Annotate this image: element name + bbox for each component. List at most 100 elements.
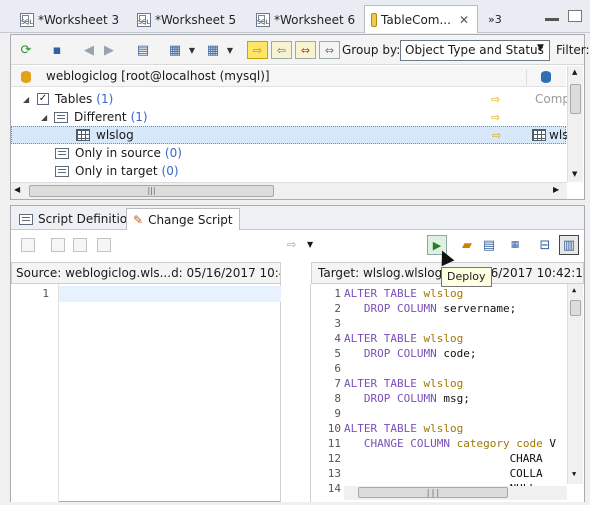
sql-keyword: ALTER TABLE (344, 287, 424, 300)
sql-identifier: wlslog (423, 377, 464, 390)
table-compare-icon (371, 12, 378, 27)
sql-keyword: ALTER TABLE (344, 377, 424, 390)
back-icon[interactable]: ◀ (79, 40, 99, 60)
compare-column-label: Comp (535, 92, 571, 106)
chevron-down-icon[interactable]: ▼ (220, 40, 240, 60)
line-number: 2 (334, 302, 341, 315)
sql-keyword: ALTER TABLE (344, 332, 424, 345)
scroll-right-icon[interactable]: ▶ (553, 185, 559, 194)
sql-keyword: DROP COLUMN (344, 302, 444, 315)
database-icon (21, 71, 31, 83)
tab-worksheet-3[interactable]: SQL *Worksheet 3 (14, 6, 127, 33)
sql-text: code; (443, 347, 477, 360)
expand-arrow-icon[interactable]: ◢ (23, 95, 33, 104)
tree-row-label: Only in target (75, 164, 158, 178)
properties-icon[interactable]: ▤ (133, 40, 153, 60)
tab-worksheet-6[interactable]: SQL *Worksheet 6 (250, 6, 363, 33)
scroll-up-icon[interactable]: ▲ (572, 286, 576, 294)
expand-arrow-icon[interactable]: ◢ (41, 113, 51, 122)
line-number: 7 (334, 377, 341, 390)
sql-script-icon[interactable] (97, 238, 111, 252)
sql-text: COLLA (344, 467, 543, 480)
sql-text: CHARA (344, 452, 543, 465)
groupby-select[interactable]: Object Type and Status (400, 40, 550, 61)
source-header: Source: weblogiclog.wls...d: 05/16/2017 … (11, 262, 281, 284)
copy-script-icon[interactable] (73, 238, 87, 252)
tree-row-count: (0) (161, 164, 179, 178)
chevron-down-icon[interactable]: ▼ (307, 240, 313, 249)
code-line: COLLA (344, 467, 543, 480)
show-equal-toggle[interactable]: ⇔ (319, 41, 340, 59)
tab-script-definition[interactable]: Script Definition (13, 208, 141, 230)
tab-label: TableCom... (381, 12, 451, 27)
minimize-icon[interactable] (545, 18, 559, 21)
sql-identifier: category code (456, 437, 550, 450)
source-script-editor[interactable]: 1 (11, 284, 281, 502)
diff-gutter (281, 284, 311, 502)
tree-row-label: Different (74, 110, 127, 124)
scroll-down-icon[interactable]: ▼ (572, 170, 577, 178)
scrollbar-thumb[interactable] (570, 84, 581, 114)
code-line: DROP COLUMN code; (344, 347, 477, 360)
sql-text: servername; (443, 302, 517, 315)
tree-vertical-scrollbar[interactable]: ▲ ▼ (567, 66, 583, 182)
forward-icon[interactable]: ▶ (99, 40, 119, 60)
show-source-only-toggle[interactable]: ⇨ (247, 41, 268, 59)
copy-icon[interactable]: ▤ (479, 235, 499, 255)
editor-vertical-scrollbar[interactable]: ▲ ▼ (567, 284, 583, 484)
chevron-down-icon: ▼ (537, 43, 544, 53)
tree-row-different[interactable]: ◢ Different (1) ⇨ (11, 108, 566, 126)
line-number: 10 (327, 422, 341, 435)
chevron-down-icon[interactable]: ▼ (182, 40, 202, 60)
direction-arrow-icon: ⇨ (287, 238, 297, 251)
target-script-editor[interactable]: 1 ALTER TABLE wlslog 2 DROP COLUMN servern… (311, 284, 584, 502)
different-objects-icon (54, 111, 68, 123)
sql-keyword: ALTER TABLE (344, 422, 424, 435)
scrollbar-thumb[interactable]: ||| (358, 487, 508, 498)
sql-identifier: wlslog (423, 287, 464, 300)
scrollbar-thumb[interactable] (570, 300, 581, 316)
tab-table-compare[interactable]: TableCom... ✕ (364, 5, 478, 33)
editor-horizontal-scrollbar[interactable]: ||| (344, 486, 567, 500)
tab-worksheet-5[interactable]: SQL *Worksheet 5 (131, 6, 244, 33)
line-number: 3 (334, 317, 341, 330)
filter-label: Filter: (556, 43, 590, 57)
sql-keyword: DROP COLUMN (344, 347, 444, 360)
sql-keyword: DROP COLUMN (344, 392, 444, 405)
maximize-icon[interactable] (568, 10, 582, 22)
refresh-compare-icon[interactable]: ⟳ (16, 40, 36, 60)
scroll-left-icon[interactable]: ◀ (14, 185, 20, 194)
tab-label: *Worksheet 3 (38, 12, 120, 27)
editor-tab-bar: SQL *Worksheet 3 SQL *Worksheet 5 SQL *W… (0, 0, 590, 33)
script-panel: Script Definition ✎ Change Script ⇨ ▼ ▶ … (10, 205, 585, 502)
tree-row-tables[interactable]: ◢ ✓ Tables (1) ⇨ Comp (11, 90, 570, 108)
target-only-icon (55, 165, 69, 177)
tab-change-script[interactable]: ✎ Change Script (126, 208, 240, 230)
tree-horizontal-scrollbar[interactable]: ◀ ||| ▶ (11, 182, 567, 199)
tree-row-label: Tables (55, 92, 93, 106)
scroll-down-icon[interactable]: ▼ (572, 470, 576, 478)
sql-identifier: wlslog (423, 332, 464, 345)
tree-row-only-in-target[interactable]: Only in target (0) (11, 162, 566, 180)
tree-row-only-in-source[interactable]: Only in source (0) (11, 144, 566, 162)
open-script-icon[interactable] (51, 238, 65, 252)
include-checkbox[interactable]: ✓ (37, 93, 49, 105)
line-number: 9 (334, 407, 341, 420)
sql-save-icon[interactable]: ▦ (505, 235, 525, 255)
layout-icon[interactable]: ⊟ (535, 235, 555, 255)
line-number: 12 (327, 452, 341, 465)
line-number: 8 (334, 392, 341, 405)
direction-arrow-icon: ⇨ (492, 128, 502, 142)
save-icon[interactable]: ▪ (47, 40, 67, 60)
scroll-up-icon[interactable]: ▲ (572, 68, 577, 76)
close-icon[interactable]: ✕ (459, 13, 469, 27)
tree-row-wlslog[interactable]: wlslog ⇨ wls (11, 126, 568, 144)
code-line: ALTER TABLE wlslog (344, 377, 463, 390)
scrollbar-thumb[interactable]: ||| (29, 185, 274, 197)
show-target-only-toggle[interactable]: ⇦ (271, 41, 292, 59)
run-script-icon[interactable] (21, 238, 35, 252)
side-by-side-icon[interactable]: ▥ (559, 235, 579, 255)
overflow-tabs-button[interactable]: »3 (482, 6, 510, 33)
show-different-toggle[interactable]: ⇔ (295, 41, 316, 59)
open-folder-icon[interactable]: ▰ (457, 235, 477, 255)
